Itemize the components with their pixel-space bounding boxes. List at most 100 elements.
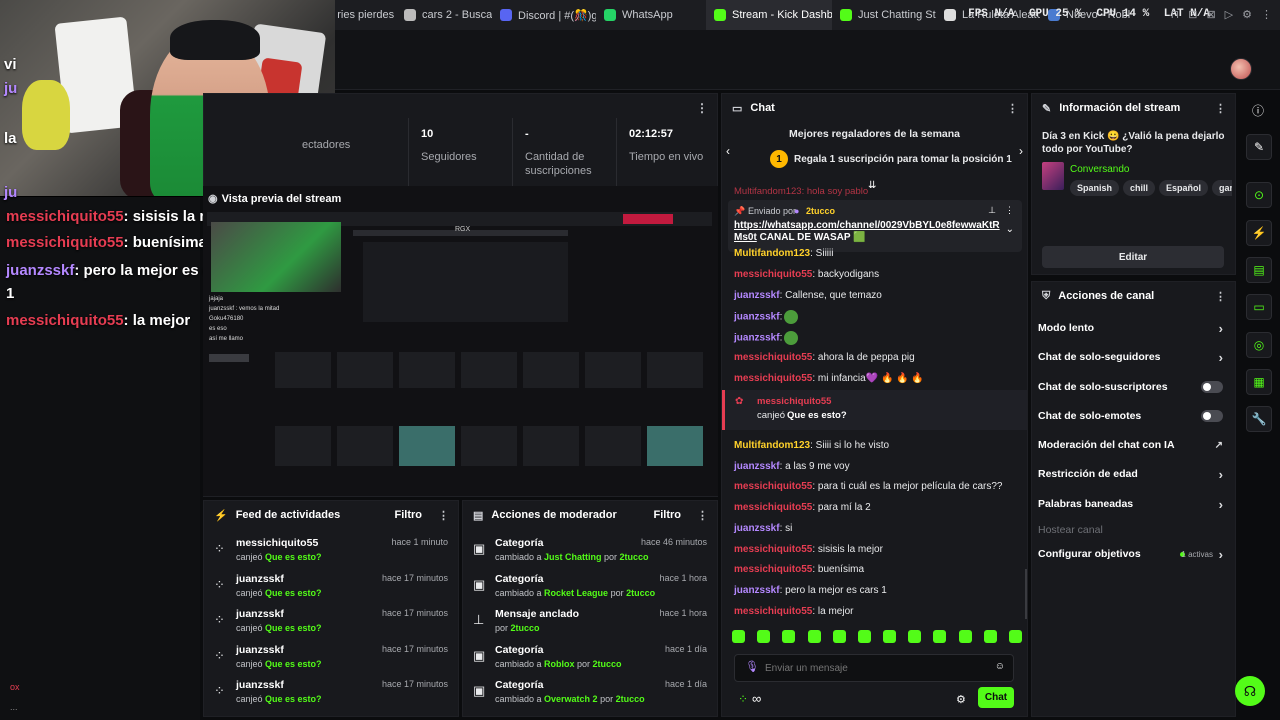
channel-action-item[interactable]: Modo lento › [1038,314,1229,342]
channel-action-item[interactable]: Moderación del chat con IA ↗ [1038,431,1229,459]
quick-emote-icon[interactable] [933,630,947,643]
chat-message[interactable]: messichiquito55: ahora la de peppa pig [734,352,915,363]
quick-emote-icon[interactable] [1008,630,1022,643]
chat-username[interactable]: messichiquito55 [734,564,812,575]
gear-icon[interactable]: ⚙ [956,693,966,706]
chat-message[interactable]: juanzsskf: si [734,523,792,534]
pinned-link-cont[interactable]: Ms0t [734,232,757,243]
chat-message[interactable]: messichiquito55: buenísima [734,564,864,575]
stream-tag[interactable]: Spanish [1070,180,1120,196]
support-icon[interactable]: ☊ [1235,676,1265,706]
chat-username[interactable]: messichiquito55 [734,481,812,492]
activity-feed-item[interactable]: ⁘ juanzsskf hace 17 minutos canjeó Que es e… [214,677,448,713]
chat-username[interactable]: messichiquito55 [734,269,812,280]
quick-emote-icon[interactable] [832,630,846,643]
chat-username[interactable]: juanzsskf [734,333,780,344]
mod-action-item[interactable]: ▣ Categoría hace 1 hora cambiado a Rocket L… [473,571,707,607]
stream-category[interactable]: Conversando [1070,164,1129,175]
wrench-icon[interactable]: 🔧 [1246,406,1272,432]
quick-emote-icon[interactable] [757,630,771,643]
more-icon[interactable]: ⋮ [696,101,708,115]
activity-feed-item[interactable]: ⁘ juanzsskf hace 17 minutos canjeó Que es e… [214,571,448,607]
mod-action-item[interactable]: ▣ Categoría hace 1 día cambiado a Roblox po… [473,642,707,678]
quick-emote-icon[interactable] [983,630,997,643]
more-icon[interactable]: ⋮ [1007,102,1018,115]
chat-username[interactable]: Multifandom123 [734,440,810,451]
browser-tab[interactable]: cars 2 - Buscar con [396,0,492,30]
chat-input[interactable] [765,659,985,677]
camera-icon[interactable]: ⊙ [1246,182,1272,208]
mod-filter-button[interactable]: Filtro [654,509,682,521]
stream-preview[interactable]: RGX jajaja juanzsskf : vemos la mitad Goku… [203,186,718,496]
chat-message[interactable]: juanzsskf: [734,331,799,346]
browser-tab[interactable]: WhatsApp [596,0,706,30]
emoji-icon[interactable]: ☺ [995,661,1005,672]
chevron-right-icon[interactable]: › [1019,144,1023,158]
chat-username[interactable]: juanzsskf [734,523,780,534]
quick-emote-icon[interactable] [732,630,745,643]
user-avatar[interactable] [1230,58,1252,80]
browser-tab[interactable]: Just Chatting Strea [832,0,936,30]
mod-action-item[interactable]: ▣ Categoría hace 1 día cambiado a Overwatch… [473,677,707,713]
chat-username[interactable]: juanzsskf [734,585,780,596]
close-icon[interactable]: ⊠ [1206,8,1215,21]
info-icon[interactable]: ⓘ [1252,102,1264,119]
stream-tag[interactable]: chill [1123,180,1156,196]
mod-action-item[interactable]: ⊥ Mensaje anclado hace 1 hora por 2tucco [473,606,707,642]
send-chat-button[interactable]: Chat [978,687,1014,708]
scroll-down-icon[interactable]: ⇊ [868,180,876,191]
chat-username[interactable]: messichiquito55 [734,373,812,384]
activity-feed-item[interactable]: ⁘ juanzsskf hace 17 minutos canjeó Que es e… [214,642,448,678]
more-icon[interactable]: ⋮ [1215,290,1226,303]
chat-message[interactable]: messichiquito55: para ti cuál es la mejo… [734,481,1002,492]
grid-icon[interactable]: ▦ [1246,369,1272,395]
pinned-message[interactable]: 📌 Enviado por ● 2tucco ⊥ ⋮ ⌄ https://wha… [728,200,1022,252]
bolt-icon[interactable]: ⚡ [1246,220,1272,246]
chat-message[interactable]: Multifandom123: Siiii si lo he visto [734,440,889,451]
more-icon[interactable]: ⋮ [1261,8,1272,21]
channel-action-item[interactable]: Palabras baneadas › [1038,490,1229,518]
quick-emote-icon[interactable] [908,630,922,643]
channel-action-item[interactable]: Configurar objetivos 1 activas › [1038,540,1229,568]
activity-feed-item[interactable]: ⁘ juanzsskf hace 17 minutos canjeó Que es e… [214,606,448,642]
play-icon[interactable]: ▷ [1225,8,1233,21]
chat-scrollbar[interactable] [1025,569,1027,619]
edit-stream-button[interactable]: Editar [1042,246,1224,268]
quick-emote-icon[interactable] [883,630,897,643]
chat-username[interactable]: messichiquito55 [734,606,812,617]
chat-username[interactable]: messichiquito55 [734,544,812,555]
toggle-switch[interactable] [1201,381,1223,393]
screenshot-icon[interactable]: ⊡ [1188,8,1197,21]
chevron-left-icon[interactable]: ‹ [726,144,730,158]
toggle-switch[interactable] [1201,410,1223,422]
more-icon[interactable]: ⋮ [1005,205,1014,216]
more-icon[interactable]: ⋮ [697,509,708,522]
chevron-down-icon[interactable]: ⌄ [1006,224,1014,235]
chat-message[interactable]: juanzsskf: pero la mejor es cars 1 [734,585,887,596]
activity-feed-item[interactable]: ⁘ messichiquito55 hace 1 minuto canjeó Que … [214,535,448,571]
more-icon[interactable]: ⋮ [438,509,449,522]
document-icon[interactable]: ▤ [1246,257,1272,283]
quick-emote-icon[interactable] [807,630,821,643]
gear-icon[interactable]: ⚙ [1242,8,1252,21]
pin-icon[interactable]: ⊓ [1171,8,1180,21]
chat-message[interactable]: juanzsskf: a las 9 me voy [734,461,850,472]
mod-action-item[interactable]: ▣ Categoría hace 46 minutos cambiado a Just… [473,535,707,571]
chat-input-box[interactable]: 🎙 ☺ [734,654,1014,682]
stream-tag[interactable]: Español [1159,180,1209,196]
points-icon[interactable]: ⁘ [738,692,748,706]
chat-message[interactable]: messichiquito55: sisisis la mejor [734,544,883,555]
chat-username[interactable]: messichiquito55 [734,352,812,363]
chat-username[interactable]: juanzsskf [734,290,780,301]
chat-message[interactable]: messichiquito55: para mí la 2 [734,502,871,513]
chat-message[interactable]: messichiquito55: mi infancia💜 🔥 🔥 🔥 [734,373,924,384]
pinned-link[interactable]: https://whatsapp.com/channel/0029VbBYL0e… [734,220,1000,231]
chat-username[interactable]: juanzsskf [734,312,780,323]
channel-action-item[interactable]: Chat de solo-seguidores › [1038,343,1229,371]
chat-username[interactable]: juanzsskf [734,461,780,472]
more-icon[interactable]: ⋮ [1215,102,1226,115]
channel-action-item[interactable]: Chat de solo-emotes [1038,402,1229,430]
broadcast-icon[interactable]: ◎ [1246,332,1272,358]
quick-emote-icon[interactable] [958,630,972,643]
chat-bubble-icon[interactable]: ▭ [1246,294,1272,320]
